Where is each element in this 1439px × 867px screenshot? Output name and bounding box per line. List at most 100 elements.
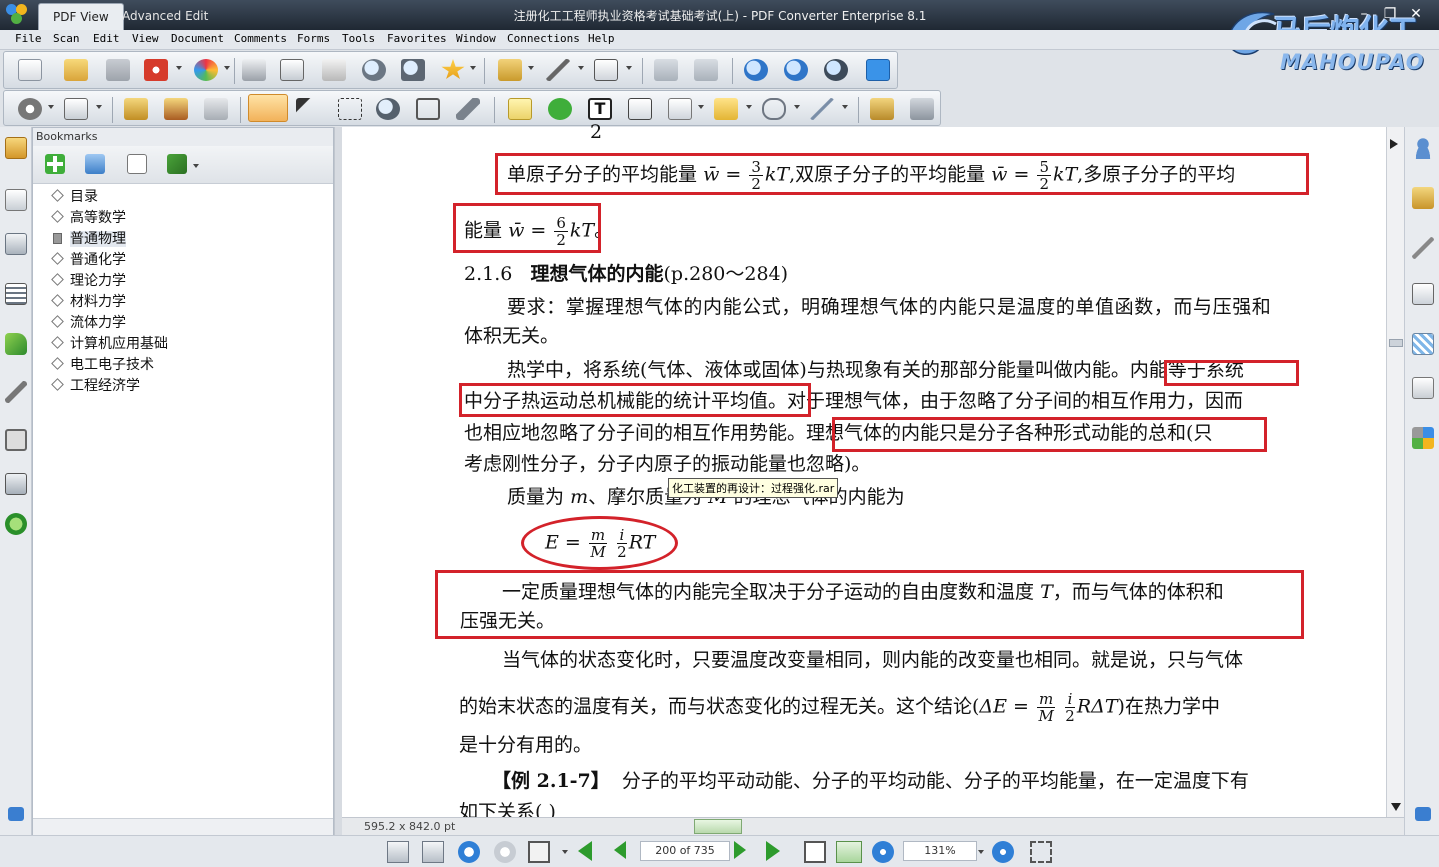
export-image-icon[interactable] xyxy=(204,98,228,120)
lock-icon[interactable] xyxy=(498,59,522,81)
menu-file[interactable]: File xyxy=(15,32,42,45)
menu-forms[interactable]: Forms xyxy=(297,32,330,45)
zoom-tool-icon[interactable] xyxy=(824,59,848,81)
annotation-box[interactable] xyxy=(832,417,1267,452)
pen-icon[interactable] xyxy=(1412,237,1434,259)
expand-panel-icon[interactable] xyxy=(1415,807,1431,821)
stamp-icon[interactable] xyxy=(548,98,572,120)
annotation-box[interactable] xyxy=(453,203,601,253)
menu-tools[interactable]: Tools xyxy=(342,32,375,45)
menu-view[interactable]: View xyxy=(132,32,159,45)
bookmarks-horizontal-scrollbar[interactable] xyxy=(33,818,333,836)
next-page-icon[interactable] xyxy=(734,841,746,859)
pattern-icon[interactable] xyxy=(1412,333,1434,355)
bookmark-item[interactable]: 计算机应用基础 xyxy=(51,334,168,354)
scan-settings-icon[interactable] xyxy=(1412,377,1434,399)
link-icon[interactable] xyxy=(456,98,480,120)
ocr-icon[interactable] xyxy=(910,98,934,120)
open-folder-icon[interactable] xyxy=(64,59,88,81)
menu-document[interactable]: Document xyxy=(171,32,224,45)
bookmark-item[interactable]: 高等数学 xyxy=(51,208,126,228)
zoom-in-icon[interactable] xyxy=(992,841,1014,863)
select-area-icon[interactable] xyxy=(338,98,362,120)
forward-arrow-icon[interactable] xyxy=(494,841,516,863)
hand-tool-icon[interactable] xyxy=(248,94,288,122)
last-page-icon[interactable] xyxy=(766,841,780,861)
bookmark-item[interactable]: 目录 xyxy=(51,187,98,207)
page-number-field[interactable]: 200 of 735 xyxy=(640,841,730,861)
rotate-left-icon[interactable] xyxy=(654,59,678,81)
scroll-down-arrow-icon[interactable] xyxy=(1391,803,1401,811)
zoom-out-icon[interactable] xyxy=(784,59,808,81)
find-icon[interactable] xyxy=(401,59,425,81)
settings-gear-icon[interactable] xyxy=(18,98,42,120)
highlight-icon[interactable] xyxy=(714,98,738,120)
fit-width-icon[interactable] xyxy=(836,841,862,863)
single-page-icon[interactable] xyxy=(387,841,409,863)
security-icon[interactable] xyxy=(322,59,346,81)
bookmark-item[interactable]: 电工电子技术 xyxy=(51,355,154,375)
annotation-ellipse[interactable] xyxy=(521,516,678,570)
line-tool-icon[interactable] xyxy=(810,98,834,120)
mail-icon[interactable] xyxy=(1412,283,1434,305)
app-logo-icon[interactable] xyxy=(6,4,32,26)
comments-list-icon[interactable] xyxy=(5,283,27,305)
bookmark-item[interactable]: 理论力学 xyxy=(51,271,126,291)
bookmark-item-selected[interactable]: 普通物理 xyxy=(53,229,126,249)
crop-icon[interactable] xyxy=(416,98,440,120)
menu-help[interactable]: Help xyxy=(588,32,615,45)
annotation-box[interactable] xyxy=(435,570,1304,639)
save-icon[interactable] xyxy=(106,59,130,81)
document-horizontal-scrollbar[interactable]: 595.2 x 842.0 pt xyxy=(342,817,1404,835)
bookmark-item[interactable]: 普通化学 xyxy=(51,250,126,270)
pages-panel-icon[interactable] xyxy=(5,189,27,211)
menu-comments[interactable]: Comments xyxy=(234,32,287,45)
expand-panel-icon[interactable] xyxy=(8,807,24,821)
loupe-icon[interactable] xyxy=(376,98,400,120)
print-icon[interactable] xyxy=(242,59,266,81)
layers-panel-icon[interactable] xyxy=(5,233,27,255)
menu-favorites[interactable]: Favorites xyxy=(387,32,447,45)
continuous-page-icon[interactable] xyxy=(422,841,444,863)
go-to-bookmark-icon[interactable] xyxy=(127,154,147,174)
panel-splitter[interactable] xyxy=(334,127,342,837)
page-layout-icon[interactable] xyxy=(528,841,550,863)
signatures-panel-icon[interactable] xyxy=(5,381,27,403)
menu-edit[interactable]: Edit xyxy=(93,32,120,45)
fit-page-icon[interactable] xyxy=(804,841,826,863)
callout-icon[interactable] xyxy=(628,98,652,120)
new-document-icon[interactable] xyxy=(18,59,42,81)
back-arrow-icon[interactable] xyxy=(458,841,480,863)
scroll-up-arrow-icon[interactable] xyxy=(1390,139,1398,149)
rotate-right-icon[interactable] xyxy=(694,59,718,81)
bookmark-item[interactable]: 材料力学 xyxy=(51,292,126,312)
tags-panel-icon[interactable] xyxy=(5,333,27,355)
lock-icon[interactable] xyxy=(1412,187,1434,209)
attachments-panel-icon[interactable] xyxy=(5,429,27,451)
sticky-note-icon[interactable] xyxy=(508,98,532,120)
edit-document-icon[interactable] xyxy=(64,98,88,120)
bookmark-item[interactable]: 工程经济学 xyxy=(51,376,140,396)
scrollbar-thumb[interactable] xyxy=(1389,339,1403,347)
favorites-star-icon[interactable] xyxy=(441,59,465,80)
document-properties-icon[interactable] xyxy=(594,59,618,81)
add-icon[interactable] xyxy=(866,59,890,81)
batch-process-icon[interactable] xyxy=(870,98,894,120)
check-panel-icon[interactable] xyxy=(5,513,27,535)
document-vertical-scrollbar[interactable] xyxy=(1386,127,1404,817)
search-icon[interactable] xyxy=(362,59,386,81)
textbox-icon[interactable] xyxy=(668,98,692,120)
document-view[interactable]: 2 单原子分子的平均能量 w̄ = 3 2 kT,双原子分子的平均能量 w̄ = 5… xyxy=(342,121,1386,823)
zoom-level-field[interactable]: 131% xyxy=(903,841,977,861)
previous-page-icon[interactable] xyxy=(614,841,626,859)
create-pdf-icon[interactable] xyxy=(194,59,218,81)
select-arrow-icon[interactable] xyxy=(296,98,320,120)
forms-panel-icon[interactable] xyxy=(5,473,27,495)
annotation-box[interactable] xyxy=(495,153,1309,195)
zoom-in-icon[interactable] xyxy=(744,59,768,81)
annotation-box[interactable] xyxy=(459,383,811,417)
menu-window[interactable]: Window xyxy=(456,32,496,45)
first-page-icon[interactable] xyxy=(578,841,592,861)
attachment-icon[interactable] xyxy=(762,98,786,120)
bookmark-options-icon[interactable] xyxy=(167,154,187,174)
